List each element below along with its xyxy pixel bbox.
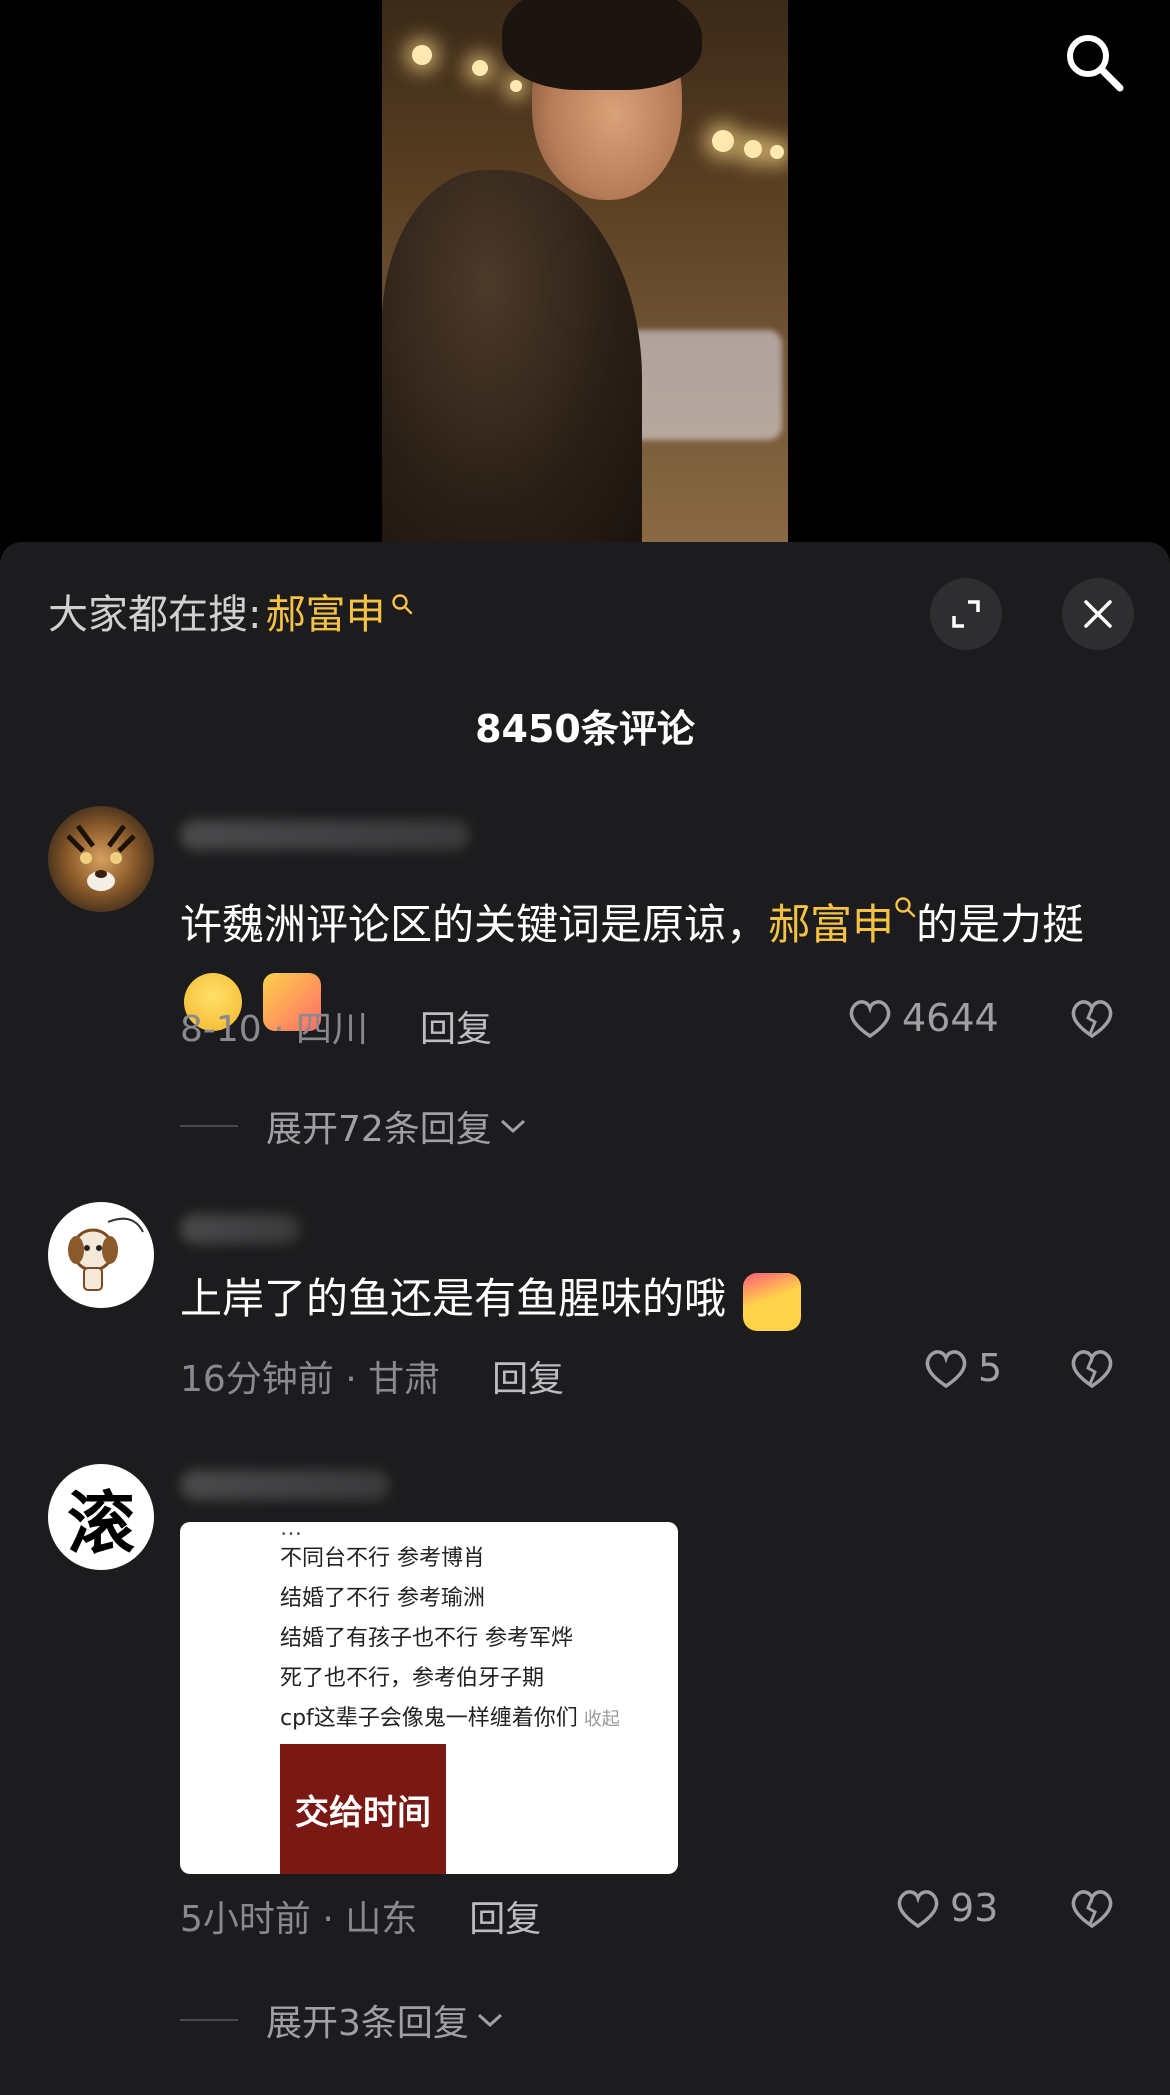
expand-replies[interactable]: 展开3条回复 — [180, 1994, 505, 2046]
finger-heart-emoji-icon — [743, 1272, 802, 1331]
comment-count: 8450条评论 — [475, 707, 695, 751]
person-body — [382, 170, 642, 545]
image-collapse-label: 收起 — [583, 1709, 620, 1730]
comment-meta: 5小时前 · 山东 回复 — [180, 1890, 541, 1942]
image-text-part: cpf这辈子会像鬼一样缠着你们 — [280, 1706, 578, 1731]
bokeh-light — [472, 60, 488, 76]
heart-icon — [925, 1350, 967, 1389]
like-count: 5 — [978, 1346, 1003, 1390]
dislike-button[interactable] — [1068, 1346, 1116, 1394]
broken-heart-icon — [1071, 1000, 1113, 1039]
comment-image[interactable]: … 不同台不行 参考博肖 结婚了不行 参考瑜洲 结婚了有孩子也不行 参考军烨 死… — [180, 1522, 678, 1874]
username-blurred[interactable] — [180, 1214, 300, 1244]
image-text-line-cut: … — [280, 1522, 302, 1541]
divider-line — [180, 2019, 238, 2021]
dislike-button[interactable] — [1068, 996, 1116, 1044]
username-blurred[interactable] — [180, 820, 470, 850]
broken-heart-icon — [1071, 1350, 1113, 1389]
tiger-avatar-icon — [66, 824, 136, 891]
close-icon — [1084, 600, 1112, 628]
broken-heart-icon — [1071, 1890, 1113, 1929]
avatar-char: 滚 — [66, 1484, 135, 1564]
comment-meta: 16分钟前 · 甘肃 回复 — [180, 1350, 564, 1402]
comment-text-part: 上岸了的鱼还是有鱼腥味的哦 — [180, 1274, 727, 1323]
background-car — [622, 330, 782, 440]
image-text-line: cpf这辈子会像鬼一样缠着你们 收起 — [280, 1704, 620, 1735]
video-thumbnail[interactable] — [382, 0, 788, 545]
heart-icon — [897, 1890, 939, 1929]
search-icon[interactable] — [1062, 30, 1126, 94]
dislike-button[interactable] — [1068, 1886, 1116, 1934]
comment-text-part: 的是力挺 — [916, 900, 1085, 949]
image-red-block: 交给时间 — [280, 1744, 446, 1874]
bokeh-light — [770, 145, 784, 159]
like-count: 93 — [950, 1886, 999, 1930]
like-button[interactable]: 4644 — [846, 996, 999, 1040]
reply-button[interactable]: 回复 — [469, 1890, 541, 1942]
hot-search-term[interactable]: 郝富申 — [265, 582, 385, 640]
person-hair — [502, 0, 702, 90]
reply-button[interactable]: 回复 — [492, 1350, 564, 1402]
image-text-line: 死了也不行，参考伯牙子期 — [280, 1666, 545, 1691]
hot-search-prefix: 大家都在搜: — [48, 592, 262, 638]
comment-date: 5小时前 · 山东 — [180, 1899, 418, 1940]
comment-date: 16分钟前 · 甘肃 — [180, 1359, 441, 1400]
avatar[interactable]: 滚 — [48, 1464, 154, 1570]
bokeh-light — [744, 140, 762, 158]
expand-replies[interactable]: 展开72条回复 — [180, 1100, 528, 1152]
avatar[interactable] — [48, 806, 154, 912]
divider-line — [180, 1125, 238, 1127]
dog-avatar-icon — [68, 1217, 144, 1291]
comment-text-part: 许魏洲评论区的关键词是原谅， — [180, 900, 769, 949]
reply-button[interactable]: 回复 — [420, 1000, 492, 1052]
hot-search-bar[interactable]: 大家都在搜: 郝富申 — [48, 582, 413, 640]
like-count: 4644 — [902, 996, 999, 1040]
video-player[interactable] — [0, 0, 1170, 545]
hot-search-link[interactable]: 郝富申 — [768, 900, 894, 949]
close-button[interactable] — [1062, 578, 1134, 650]
image-text-line: 结婚了有孩子也不行 参考军烨 — [280, 1626, 573, 1651]
heart-icon — [849, 1000, 891, 1039]
expand-button[interactable] — [930, 578, 1002, 650]
comment-text: 上岸了的鱼还是有鱼腥味的哦 — [180, 1262, 1130, 1336]
bokeh-light — [510, 80, 522, 92]
chevron-down-icon — [477, 2013, 502, 2028]
like-button[interactable]: 5 — [922, 1346, 1002, 1390]
comment-sheet: 大家都在搜: 郝富申 8450条评论 许魏洲评论区的关键词是原谅，郝富申 的是力… — [0, 542, 1170, 2095]
image-text-line: 结婚了不行 参考瑜洲 — [280, 1586, 485, 1611]
search-icon — [391, 579, 413, 625]
expand-icon — [952, 600, 980, 628]
username-blurred[interactable] — [180, 1470, 390, 1500]
avatar[interactable] — [48, 1202, 154, 1308]
comment-meta: 8-10 · 四川 回复 — [180, 1000, 492, 1052]
bokeh-light — [712, 130, 734, 152]
image-text-line: 不同台不行 参考博肖 — [280, 1546, 485, 1571]
expand-replies-label: 展开3条回复 — [266, 2003, 469, 2044]
expand-replies-label: 展开72条回复 — [266, 1109, 492, 1150]
bokeh-light — [412, 45, 432, 65]
comment-date: 8-10 · 四川 — [180, 1009, 369, 1050]
like-button[interactable]: 93 — [894, 1886, 998, 1930]
search-icon — [895, 897, 916, 918]
chevron-down-icon — [500, 1119, 525, 1134]
